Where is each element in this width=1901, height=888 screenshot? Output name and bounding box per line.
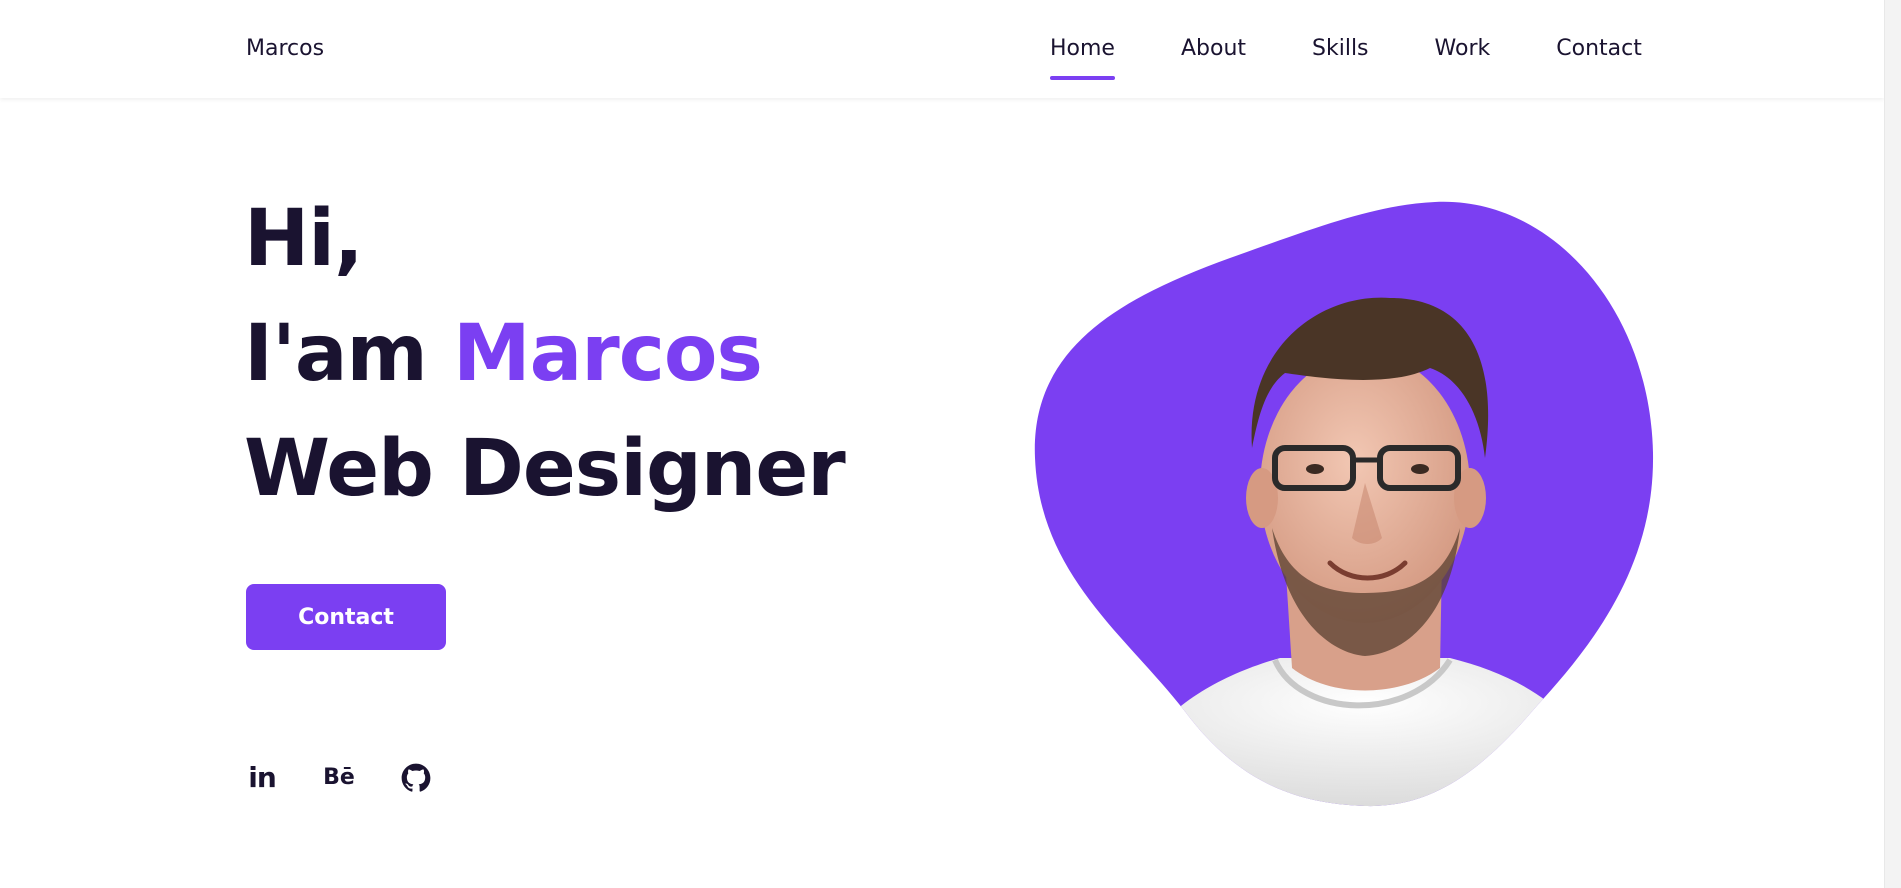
hero-name: Marcos (452, 309, 763, 399)
hero-role: Web Designer (244, 424, 846, 514)
nav-work-label: Work (1434, 36, 1491, 61)
github-icon (401, 763, 431, 792)
github-link[interactable] (400, 762, 432, 794)
hero-intro-prefix: I'am (244, 309, 453, 399)
portrait-image (1034, 201, 1654, 807)
linkedin-icon: in (248, 761, 277, 794)
nav-home-label: Home (1050, 36, 1115, 61)
hero-intro: I'am Marcos (244, 309, 763, 399)
contact-button[interactable]: Contact (246, 584, 446, 650)
site-header: Marcos Home About Skills Work Contact (0, 0, 1884, 98)
linkedin-link[interactable]: in (246, 762, 278, 794)
behance-icon: Bē (323, 765, 355, 790)
portrait-blob (1034, 201, 1654, 807)
nav-active-indicator (1050, 76, 1115, 80)
nav-contact[interactable]: Contact (1556, 36, 1642, 61)
page: Marcos Home About Skills Work Contact Hi… (0, 0, 1901, 888)
nav-about-label: About (1180, 36, 1247, 61)
nav-work[interactable]: Work (1435, 36, 1491, 61)
nav-home[interactable]: Home (1050, 36, 1115, 80)
social-links: in Bē (246, 762, 432, 794)
nav-skills[interactable]: Skills (1312, 36, 1369, 61)
behance-link[interactable]: Bē (323, 762, 355, 794)
scrollbar[interactable] (1884, 0, 1901, 888)
nav-about[interactable]: About (1181, 36, 1246, 61)
nav-skills-label: Skills (1312, 36, 1369, 61)
hero-greeting: Hi, (244, 194, 364, 284)
main-nav: Home About Skills Work Contact (1050, 36, 1642, 80)
nav-contact-label: Contact (1556, 36, 1642, 61)
brand-logo[interactable]: Marcos (246, 36, 324, 61)
